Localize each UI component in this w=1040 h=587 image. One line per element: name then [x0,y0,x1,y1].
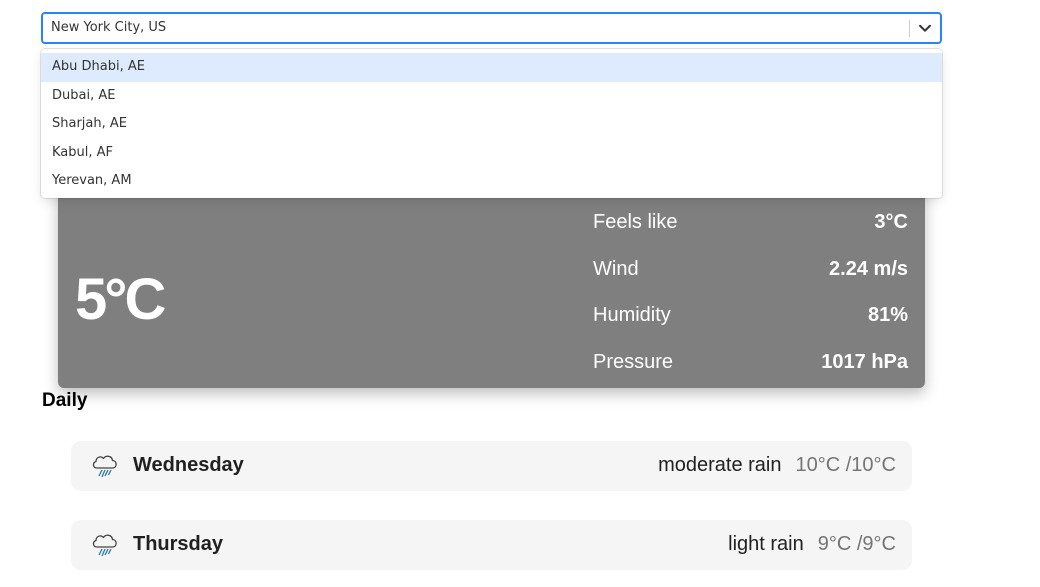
min-max-temperature: 10°C /10°C [795,454,897,476]
day-name: Wednesday [133,454,244,476]
current-temperature: 5°C [75,267,166,332]
min-max-temperature: 9°C /9°C [817,533,896,555]
weather-description: light rain [728,533,804,555]
daily-item-thursday[interactable]: Thursday light rain 9°C /9°C [71,520,912,570]
day-summary: moderate rain 10°C /10°C [658,454,896,477]
detail-value: 2.24 m/s [829,257,908,280]
detail-label: Humidity [593,304,671,326]
indicator-separator [909,20,910,37]
rain-cloud-icon [89,450,121,482]
city-options-menu: Abu Dhabi, AE Dubai, AE Sharjah, AE Kabu… [41,49,942,198]
weather-details: Feels like 3°C Wind 2.24 m/s Humidity 81… [593,209,908,395]
detail-value: 1017 hPa [821,350,908,373]
detail-label: Feels like [593,211,678,233]
detail-wind: Wind 2.24 m/s [593,256,908,303]
detail-label: Wind [593,257,639,280]
weather-description: moderate rain [658,454,782,476]
detail-pressure: Pressure 1017 hPa [593,349,908,396]
day-summary: light rain 9°C /9°C [728,533,896,556]
detail-value: 3°C [874,211,908,233]
chevron-down-icon[interactable] [916,19,934,37]
selected-city: New York City, US [51,20,167,35]
option-kabul[interactable]: Kabul, AF [41,139,942,168]
city-search-select[interactable]: New York City, US [41,12,942,44]
option-dubai[interactable]: Dubai, AE [41,82,942,111]
daily-item-wednesday[interactable]: Wednesday moderate rain 10°C /10°C [71,441,912,491]
detail-value: 81% [867,304,908,326]
option-yerevan[interactable]: Yerevan, AM [41,167,942,196]
day-name: Thursday [133,533,224,555]
rain-cloud-icon [89,529,121,561]
option-sharjah[interactable]: Sharjah, AE [41,110,942,139]
option-abu-dhabi[interactable]: Abu Dhabi, AE [41,53,942,82]
detail-label: Pressure [593,350,674,373]
detail-humidity: Humidity 81% [593,302,908,349]
detail-feels-like: Feels like 3°C [593,209,908,256]
daily-heading: Daily [42,390,88,411]
